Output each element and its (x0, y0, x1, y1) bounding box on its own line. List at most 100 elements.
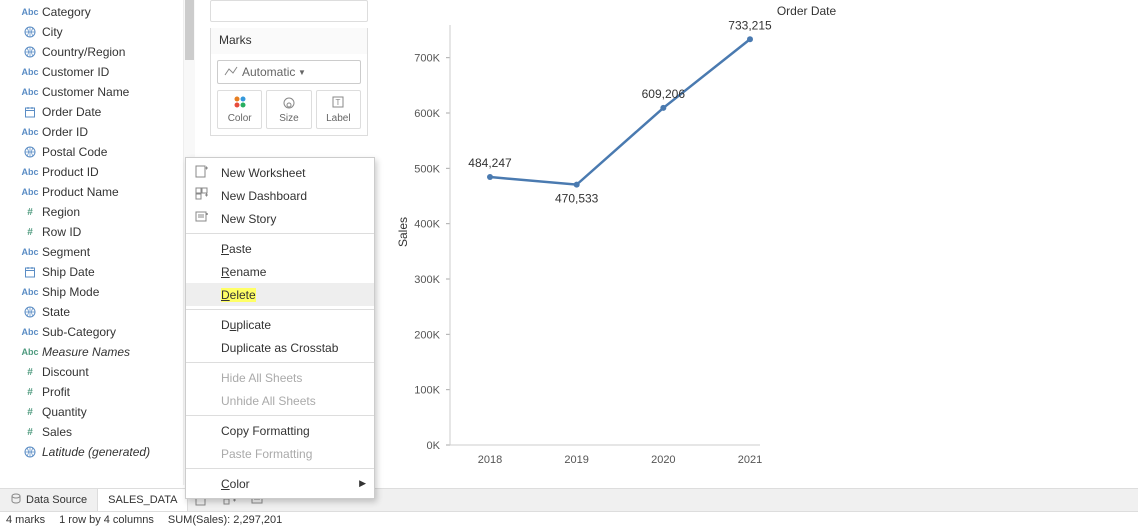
field-item[interactable]: AbcCustomer ID (0, 62, 195, 82)
size-icon (269, 95, 308, 111)
field-item[interactable]: AbcSub-Category (0, 322, 195, 342)
field-label: Country/Region (42, 45, 125, 59)
marks-type-label: Automatic (242, 65, 298, 79)
svg-text:200K: 200K (414, 329, 440, 341)
svg-text:2021: 2021 (738, 454, 762, 466)
color-icon (220, 95, 259, 111)
field-item[interactable]: AbcOrder ID (0, 122, 195, 142)
data-source-icon (10, 493, 22, 508)
menu-duplicate[interactable]: Duplicate (186, 313, 374, 336)
svg-text:609,206: 609,206 (642, 87, 686, 101)
menu-new-story[interactable]: New Story (186, 207, 374, 230)
field-item[interactable]: AbcMeasure Names (0, 342, 195, 362)
shelf-blank[interactable] (210, 0, 368, 22)
menu-paste[interactable]: Paste (186, 237, 374, 260)
field-item[interactable]: #Region (0, 202, 195, 222)
marks-title: Marks (210, 28, 368, 54)
marks-color-button[interactable]: Color (217, 90, 262, 129)
field-item[interactable]: #Row ID (0, 222, 195, 242)
svg-text:2020: 2020 (651, 454, 675, 466)
svg-text:0K: 0K (427, 440, 441, 452)
field-label: City (42, 25, 63, 39)
field-label: Region (42, 205, 80, 219)
svg-text:600K: 600K (414, 108, 440, 120)
marks-type-dropdown[interactable]: Automatic ▼ (217, 60, 361, 84)
status-sum: SUM(Sales): 2,297,201 (168, 514, 282, 528)
menu-duplicate-crosstab[interactable]: Duplicate as Crosstab (186, 336, 374, 359)
menu-color[interactable]: Color ▶ (186, 472, 374, 495)
menu-hide-all-sheets: Hide All Sheets (186, 366, 374, 389)
sheet-tabs: Data Source SALES_DATA (0, 488, 1138, 512)
submenu-arrow-icon: ▶ (359, 478, 366, 489)
svg-text:700K: 700K (414, 53, 440, 65)
marks-label-button[interactable]: T Label (316, 90, 361, 129)
field-item[interactable]: #Profit (0, 382, 195, 402)
status-marks: 4 marks (6, 514, 45, 528)
menu-delete[interactable]: Delete (186, 283, 374, 306)
field-item[interactable]: AbcProduct ID (0, 162, 195, 182)
field-label: Postal Code (42, 145, 107, 159)
svg-text:400K: 400K (414, 219, 440, 231)
field-label: Category (42, 5, 91, 19)
field-item[interactable]: Country/Region (0, 42, 195, 62)
field-label: Discount (42, 365, 89, 379)
new-worksheet-icon (194, 164, 210, 181)
field-label: Measure Names (42, 345, 130, 359)
field-item[interactable]: AbcShip Mode (0, 282, 195, 302)
field-label: Customer Name (42, 85, 129, 99)
menu-new-dashboard[interactable]: New Dashboard (186, 184, 374, 207)
field-list: AbcCategory City Country/Region AbcCustomer… (0, 0, 195, 464)
field-item[interactable]: AbcCategory (0, 2, 195, 22)
field-item[interactable]: Latitude (generated) (0, 442, 195, 462)
field-item[interactable]: City (0, 22, 195, 42)
status-bar: 4 marks 1 row by 4 columns SUM(Sales): 2… (0, 512, 1138, 530)
menu-rename[interactable]: Rename (186, 260, 374, 283)
field-item[interactable]: AbcSegment (0, 242, 195, 262)
line-chart: 0K 100K 200K 300K 400K 500K 600K 700K 484,247 201… (400, 20, 1120, 485)
svg-text:733,215: 733,215 (728, 20, 772, 32)
svg-text:2019: 2019 (564, 454, 588, 466)
tab-sheet-active[interactable]: SALES_DATA (98, 489, 188, 511)
field-label: Profit (42, 385, 70, 399)
field-label: Quantity (42, 405, 87, 419)
chevron-down-icon: ▼ (298, 68, 354, 77)
new-story-icon (194, 210, 210, 227)
field-label: Row ID (42, 225, 81, 239)
field-label: Segment (42, 245, 90, 259)
svg-text:300K: 300K (414, 274, 440, 286)
svg-text:100K: 100K (414, 385, 440, 397)
field-item[interactable]: Postal Code (0, 142, 195, 162)
svg-text:500K: 500K (414, 163, 440, 175)
menu-new-worksheet[interactable]: New Worksheet (186, 161, 374, 184)
field-item[interactable]: Ship Date (0, 262, 195, 282)
menu-unhide-all-sheets: Unhide All Sheets (186, 389, 374, 412)
field-item[interactable]: #Quantity (0, 402, 195, 422)
field-label: State (42, 305, 70, 319)
field-label: Sales (42, 425, 72, 439)
svg-text:470,533: 470,533 (555, 192, 599, 206)
data-pane: AbcCategory City Country/Region AbcCustomer… (0, 0, 195, 485)
new-dashboard-icon (194, 187, 210, 204)
field-label: Product Name (42, 185, 119, 199)
svg-text:484,247: 484,247 (468, 156, 512, 170)
svg-text:T: T (336, 98, 341, 107)
sheet-context-menu: New Worksheet New Dashboard New Story Pa… (185, 157, 375, 499)
field-item[interactable]: AbcCustomer Name (0, 82, 195, 102)
tab-data-source[interactable]: Data Source (0, 489, 98, 511)
menu-copy-formatting[interactable]: Copy Formatting (186, 419, 374, 442)
status-rows: 1 row by 4 columns (59, 514, 154, 528)
field-label: Ship Mode (42, 285, 99, 299)
marks-panel: Marks Automatic ▼ Color Size T (210, 0, 368, 136)
field-item[interactable]: #Sales (0, 422, 195, 442)
field-item[interactable]: AbcProduct Name (0, 182, 195, 202)
field-item[interactable]: Order Date (0, 102, 195, 122)
scroll-thumb[interactable] (185, 0, 194, 60)
field-item[interactable]: State (0, 302, 195, 322)
svg-text:2018: 2018 (478, 454, 502, 466)
label-icon: T (319, 95, 358, 111)
chart-title: Order Date (475, 0, 1138, 18)
field-label: Ship Date (42, 265, 95, 279)
field-item[interactable]: #Discount (0, 362, 195, 382)
marks-size-button[interactable]: Size (266, 90, 311, 129)
field-label: Latitude (generated) (42, 445, 150, 459)
